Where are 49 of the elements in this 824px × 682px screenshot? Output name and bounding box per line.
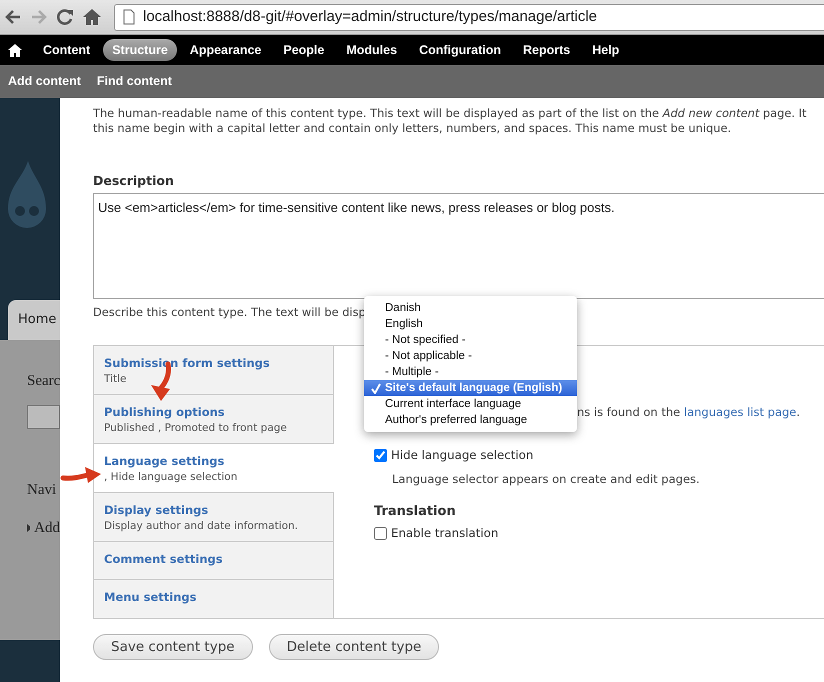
- link[interactable]: languages list page: [684, 404, 796, 419]
- shortcut-link[interactable]: Find content: [96, 72, 172, 91]
- button[interactable]: Delete content type: [268, 634, 440, 660]
- menu-option[interactable]: - Multiple -: [364, 364, 577, 380]
- button[interactable]: Save content type: [93, 634, 253, 660]
- menu-option[interactable]: English: [364, 316, 577, 332]
- description-field[interactable]: Use <em>articles</em> for time-sensitive content like news, press releases or blog posts.: [93, 192, 824, 299]
- menu-option[interactable]: Site's default language (English): [364, 380, 577, 396]
- toolbar-link[interactable]: Appearance: [180, 38, 270, 62]
- checkmark-icon: [371, 383, 381, 394]
- menu-link[interactable]: Add: [34, 517, 60, 540]
- toolbar-link[interactable]: Modules: [337, 38, 406, 62]
- home-icon[interactable]: [8, 44, 22, 56]
- menu-option[interactable]: Current interface language: [364, 396, 577, 412]
- annotation-arrow: [60, 465, 102, 485]
- help-text: Language selector appears on create and edit pages.: [392, 470, 701, 488]
- search-field[interactable]: [27, 404, 60, 428]
- checkbox[interactable]: [374, 526, 387, 540]
- help-text: The human-readable name of this content type. This text will be displayed as part of the list on the Add new content page. It: [93, 106, 808, 121]
- vertical-tab[interactable]: Menu settings: [94, 580, 333, 618]
- section-title: Translation: [374, 503, 457, 522]
- reload-icon[interactable]: [56, 8, 74, 26]
- shortcut-link[interactable]: Add content: [8, 72, 81, 91]
- menu-option[interactable]: - Not applicable -: [364, 348, 577, 364]
- home-tab[interactable]: Home: [8, 300, 60, 340]
- vertical-tab[interactable]: Comment settings: [94, 542, 333, 580]
- field-label: Description: [93, 172, 175, 190]
- checkbox-label: Hide language selection: [391, 447, 534, 464]
- toolbar-link[interactable]: People: [274, 38, 334, 62]
- menu-option[interactable]: Danish: [364, 300, 577, 316]
- menu-option[interactable]: Author's preferred language: [364, 412, 577, 428]
- toolbar-link[interactable]: Reports: [514, 38, 580, 62]
- vertical-tab[interactable]: Language settings , Hide language selection: [94, 444, 334, 493]
- page-icon: [123, 9, 135, 25]
- checkbox[interactable]: [374, 449, 387, 462]
- checkbox-label: Enable translation: [391, 524, 498, 542]
- bullet-icon: [27, 524, 30, 532]
- block-title: Navi: [27, 480, 58, 500]
- menu-option[interactable]: - Not specified -: [364, 332, 577, 348]
- toolbar-link[interactable]: Content: [34, 38, 100, 62]
- block-title: Searc: [27, 372, 60, 391]
- back-icon[interactable]: [4, 9, 22, 25]
- dropdown-menu[interactable]: Danish English - Not specified - - Not applicable - - Multiple - Site's default language (English) Current interface language Author's preferred language: [364, 296, 577, 432]
- toolbar-link[interactable]: Help: [583, 38, 628, 62]
- address-bar[interactable]: localhost:8888/d8-git/#overlay=admin/structure/types/manage/article: [114, 4, 824, 30]
- help-text: this name begin with a capital letter and contain only letters, numbers, and spaces. This name must be unique.: [93, 121, 732, 136]
- toolbar-link[interactable]: Configuration: [410, 38, 510, 62]
- vertical-tab[interactable]: Display settings Display author and date information.: [94, 492, 333, 542]
- help-text: ns is found on the languages list page.: [577, 404, 802, 421]
